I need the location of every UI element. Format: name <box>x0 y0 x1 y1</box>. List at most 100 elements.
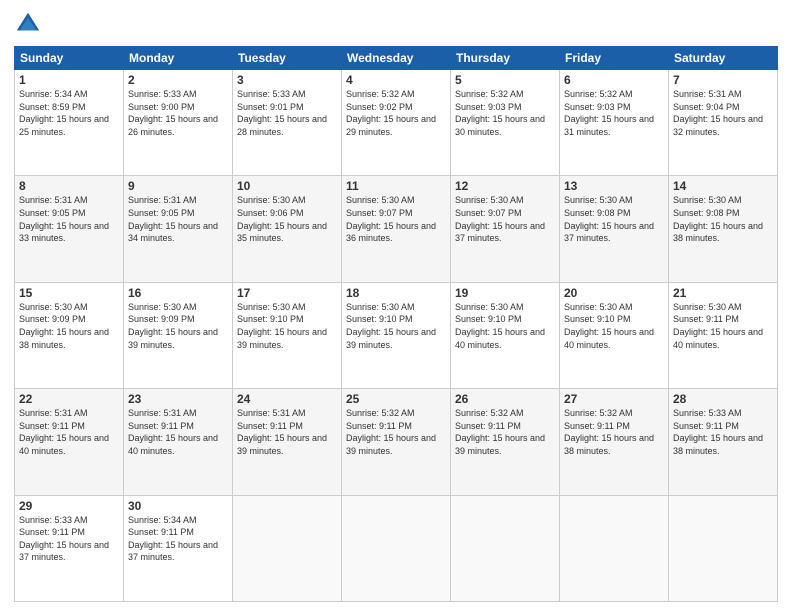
day-info: Sunrise: 5:30 AMSunset: 9:11 PMDaylight:… <box>673 301 773 351</box>
day-number: 24 <box>237 392 337 406</box>
calendar-day-cell: 14Sunrise: 5:30 AMSunset: 9:08 PMDayligh… <box>669 176 778 282</box>
day-number: 19 <box>455 286 555 300</box>
calendar-day-cell: 27Sunrise: 5:32 AMSunset: 9:11 PMDayligh… <box>560 389 669 495</box>
calendar-day-cell: 7Sunrise: 5:31 AMSunset: 9:04 PMDaylight… <box>669 70 778 176</box>
day-info: Sunrise: 5:31 AMSunset: 9:11 PMDaylight:… <box>237 407 337 457</box>
day-info: Sunrise: 5:33 AMSunset: 9:01 PMDaylight:… <box>237 88 337 138</box>
day-number: 21 <box>673 286 773 300</box>
day-info: Sunrise: 5:30 AMSunset: 9:10 PMDaylight:… <box>564 301 664 351</box>
day-number: 8 <box>19 179 119 193</box>
calendar-day-cell: 8Sunrise: 5:31 AMSunset: 9:05 PMDaylight… <box>15 176 124 282</box>
calendar-week-row: 8Sunrise: 5:31 AMSunset: 9:05 PMDaylight… <box>15 176 778 282</box>
day-info: Sunrise: 5:32 AMSunset: 9:03 PMDaylight:… <box>564 88 664 138</box>
day-number: 1 <box>19 73 119 87</box>
day-number: 6 <box>564 73 664 87</box>
calendar-day-cell: 2Sunrise: 5:33 AMSunset: 9:00 PMDaylight… <box>124 70 233 176</box>
calendar-day-cell: 13Sunrise: 5:30 AMSunset: 9:08 PMDayligh… <box>560 176 669 282</box>
calendar-day-cell: 16Sunrise: 5:30 AMSunset: 9:09 PMDayligh… <box>124 282 233 388</box>
day-number: 9 <box>128 179 228 193</box>
day-info: Sunrise: 5:30 AMSunset: 9:07 PMDaylight:… <box>455 194 555 244</box>
calendar-day-cell: 25Sunrise: 5:32 AMSunset: 9:11 PMDayligh… <box>342 389 451 495</box>
day-info: Sunrise: 5:31 AMSunset: 9:11 PMDaylight:… <box>128 407 228 457</box>
day-number: 3 <box>237 73 337 87</box>
day-number: 14 <box>673 179 773 193</box>
day-info: Sunrise: 5:30 AMSunset: 9:06 PMDaylight:… <box>237 194 337 244</box>
calendar-day-cell <box>233 495 342 601</box>
day-info: Sunrise: 5:31 AMSunset: 9:05 PMDaylight:… <box>19 194 119 244</box>
day-info: Sunrise: 5:32 AMSunset: 9:11 PMDaylight:… <box>346 407 446 457</box>
day-number: 20 <box>564 286 664 300</box>
calendar-day-cell: 21Sunrise: 5:30 AMSunset: 9:11 PMDayligh… <box>669 282 778 388</box>
calendar-day-cell <box>451 495 560 601</box>
day-number: 5 <box>455 73 555 87</box>
day-info: Sunrise: 5:30 AMSunset: 9:08 PMDaylight:… <box>673 194 773 244</box>
calendar-day-cell <box>560 495 669 601</box>
day-info: Sunrise: 5:32 AMSunset: 9:11 PMDaylight:… <box>564 407 664 457</box>
calendar-day-cell: 30Sunrise: 5:34 AMSunset: 9:11 PMDayligh… <box>124 495 233 601</box>
calendar-day-cell <box>342 495 451 601</box>
day-info: Sunrise: 5:34 AMSunset: 8:59 PMDaylight:… <box>19 88 119 138</box>
calendar-day-cell: 6Sunrise: 5:32 AMSunset: 9:03 PMDaylight… <box>560 70 669 176</box>
calendar-week-row: 15Sunrise: 5:30 AMSunset: 9:09 PMDayligh… <box>15 282 778 388</box>
calendar-day-cell: 20Sunrise: 5:30 AMSunset: 9:10 PMDayligh… <box>560 282 669 388</box>
day-info: Sunrise: 5:31 AMSunset: 9:05 PMDaylight:… <box>128 194 228 244</box>
day-info: Sunrise: 5:31 AMSunset: 9:04 PMDaylight:… <box>673 88 773 138</box>
calendar-header-wednesday: Wednesday <box>342 47 451 70</box>
day-number: 17 <box>237 286 337 300</box>
calendar-day-cell: 3Sunrise: 5:33 AMSunset: 9:01 PMDaylight… <box>233 70 342 176</box>
calendar-day-cell: 15Sunrise: 5:30 AMSunset: 9:09 PMDayligh… <box>15 282 124 388</box>
calendar-day-cell: 12Sunrise: 5:30 AMSunset: 9:07 PMDayligh… <box>451 176 560 282</box>
day-number: 12 <box>455 179 555 193</box>
day-number: 23 <box>128 392 228 406</box>
day-info: Sunrise: 5:33 AMSunset: 9:11 PMDaylight:… <box>19 514 119 564</box>
calendar-header-row: SundayMondayTuesdayWednesdayThursdayFrid… <box>15 47 778 70</box>
page: SundayMondayTuesdayWednesdayThursdayFrid… <box>0 0 792 612</box>
day-info: Sunrise: 5:30 AMSunset: 9:10 PMDaylight:… <box>346 301 446 351</box>
day-info: Sunrise: 5:30 AMSunset: 9:10 PMDaylight:… <box>455 301 555 351</box>
calendar-day-cell: 19Sunrise: 5:30 AMSunset: 9:10 PMDayligh… <box>451 282 560 388</box>
calendar-day-cell: 22Sunrise: 5:31 AMSunset: 9:11 PMDayligh… <box>15 389 124 495</box>
logo-icon <box>14 10 42 38</box>
calendar-header-sunday: Sunday <box>15 47 124 70</box>
calendar-day-cell: 10Sunrise: 5:30 AMSunset: 9:06 PMDayligh… <box>233 176 342 282</box>
calendar-day-cell: 5Sunrise: 5:32 AMSunset: 9:03 PMDaylight… <box>451 70 560 176</box>
day-number: 29 <box>19 499 119 513</box>
day-info: Sunrise: 5:33 AMSunset: 9:11 PMDaylight:… <box>673 407 773 457</box>
calendar-day-cell: 29Sunrise: 5:33 AMSunset: 9:11 PMDayligh… <box>15 495 124 601</box>
calendar-week-row: 29Sunrise: 5:33 AMSunset: 9:11 PMDayligh… <box>15 495 778 601</box>
day-number: 30 <box>128 499 228 513</box>
day-info: Sunrise: 5:30 AMSunset: 9:10 PMDaylight:… <box>237 301 337 351</box>
day-info: Sunrise: 5:32 AMSunset: 9:03 PMDaylight:… <box>455 88 555 138</box>
day-number: 4 <box>346 73 446 87</box>
day-number: 2 <box>128 73 228 87</box>
day-info: Sunrise: 5:30 AMSunset: 9:08 PMDaylight:… <box>564 194 664 244</box>
day-number: 25 <box>346 392 446 406</box>
calendar-day-cell: 24Sunrise: 5:31 AMSunset: 9:11 PMDayligh… <box>233 389 342 495</box>
calendar-day-cell: 11Sunrise: 5:30 AMSunset: 9:07 PMDayligh… <box>342 176 451 282</box>
calendar-week-row: 22 Sunrise: 5:31 AMSunset: 9:11 PMDayligh… <box>15 389 778 495</box>
calendar-day-cell: 9Sunrise: 5:31 AMSunset: 9:05 PMDaylight… <box>124 176 233 282</box>
logo <box>14 10 46 38</box>
day-number: 18 <box>346 286 446 300</box>
day-info: Sunrise: 5:30 AMSunset: 9:07 PMDaylight:… <box>346 194 446 244</box>
calendar-day-cell: 4Sunrise: 5:32 AMSunset: 9:02 PMDaylight… <box>342 70 451 176</box>
day-info: Sunrise: 5:30 AMSunset: 9:09 PMDaylight:… <box>19 301 119 351</box>
day-info: Sunrise: 5:33 AMSunset: 9:00 PMDaylight:… <box>128 88 228 138</box>
calendar-week-row: 1Sunrise: 5:34 AMSunset: 8:59 PMDaylight… <box>15 70 778 176</box>
calendar-day-cell <box>669 495 778 601</box>
calendar-table: SundayMondayTuesdayWednesdayThursdayFrid… <box>14 46 778 602</box>
day-number: 22 <box>19 392 119 406</box>
day-number: 27 <box>564 392 664 406</box>
day-info: Sunrise: 5:34 AMSunset: 9:11 PMDaylight:… <box>128 514 228 564</box>
day-number: 13 <box>564 179 664 193</box>
day-number: 7 <box>673 73 773 87</box>
day-info: Sunrise: 5:30 AMSunset: 9:09 PMDaylight:… <box>128 301 228 351</box>
calendar-header-thursday: Thursday <box>451 47 560 70</box>
calendar-header-saturday: Saturday <box>669 47 778 70</box>
calendar-day-cell: 17Sunrise: 5:30 AMSunset: 9:10 PMDayligh… <box>233 282 342 388</box>
day-info: Sunrise: 5:32 AMSunset: 9:02 PMDaylight:… <box>346 88 446 138</box>
header <box>14 10 778 38</box>
day-number: 16 <box>128 286 228 300</box>
day-number: 11 <box>346 179 446 193</box>
calendar-day-cell: 18Sunrise: 5:30 AMSunset: 9:10 PMDayligh… <box>342 282 451 388</box>
